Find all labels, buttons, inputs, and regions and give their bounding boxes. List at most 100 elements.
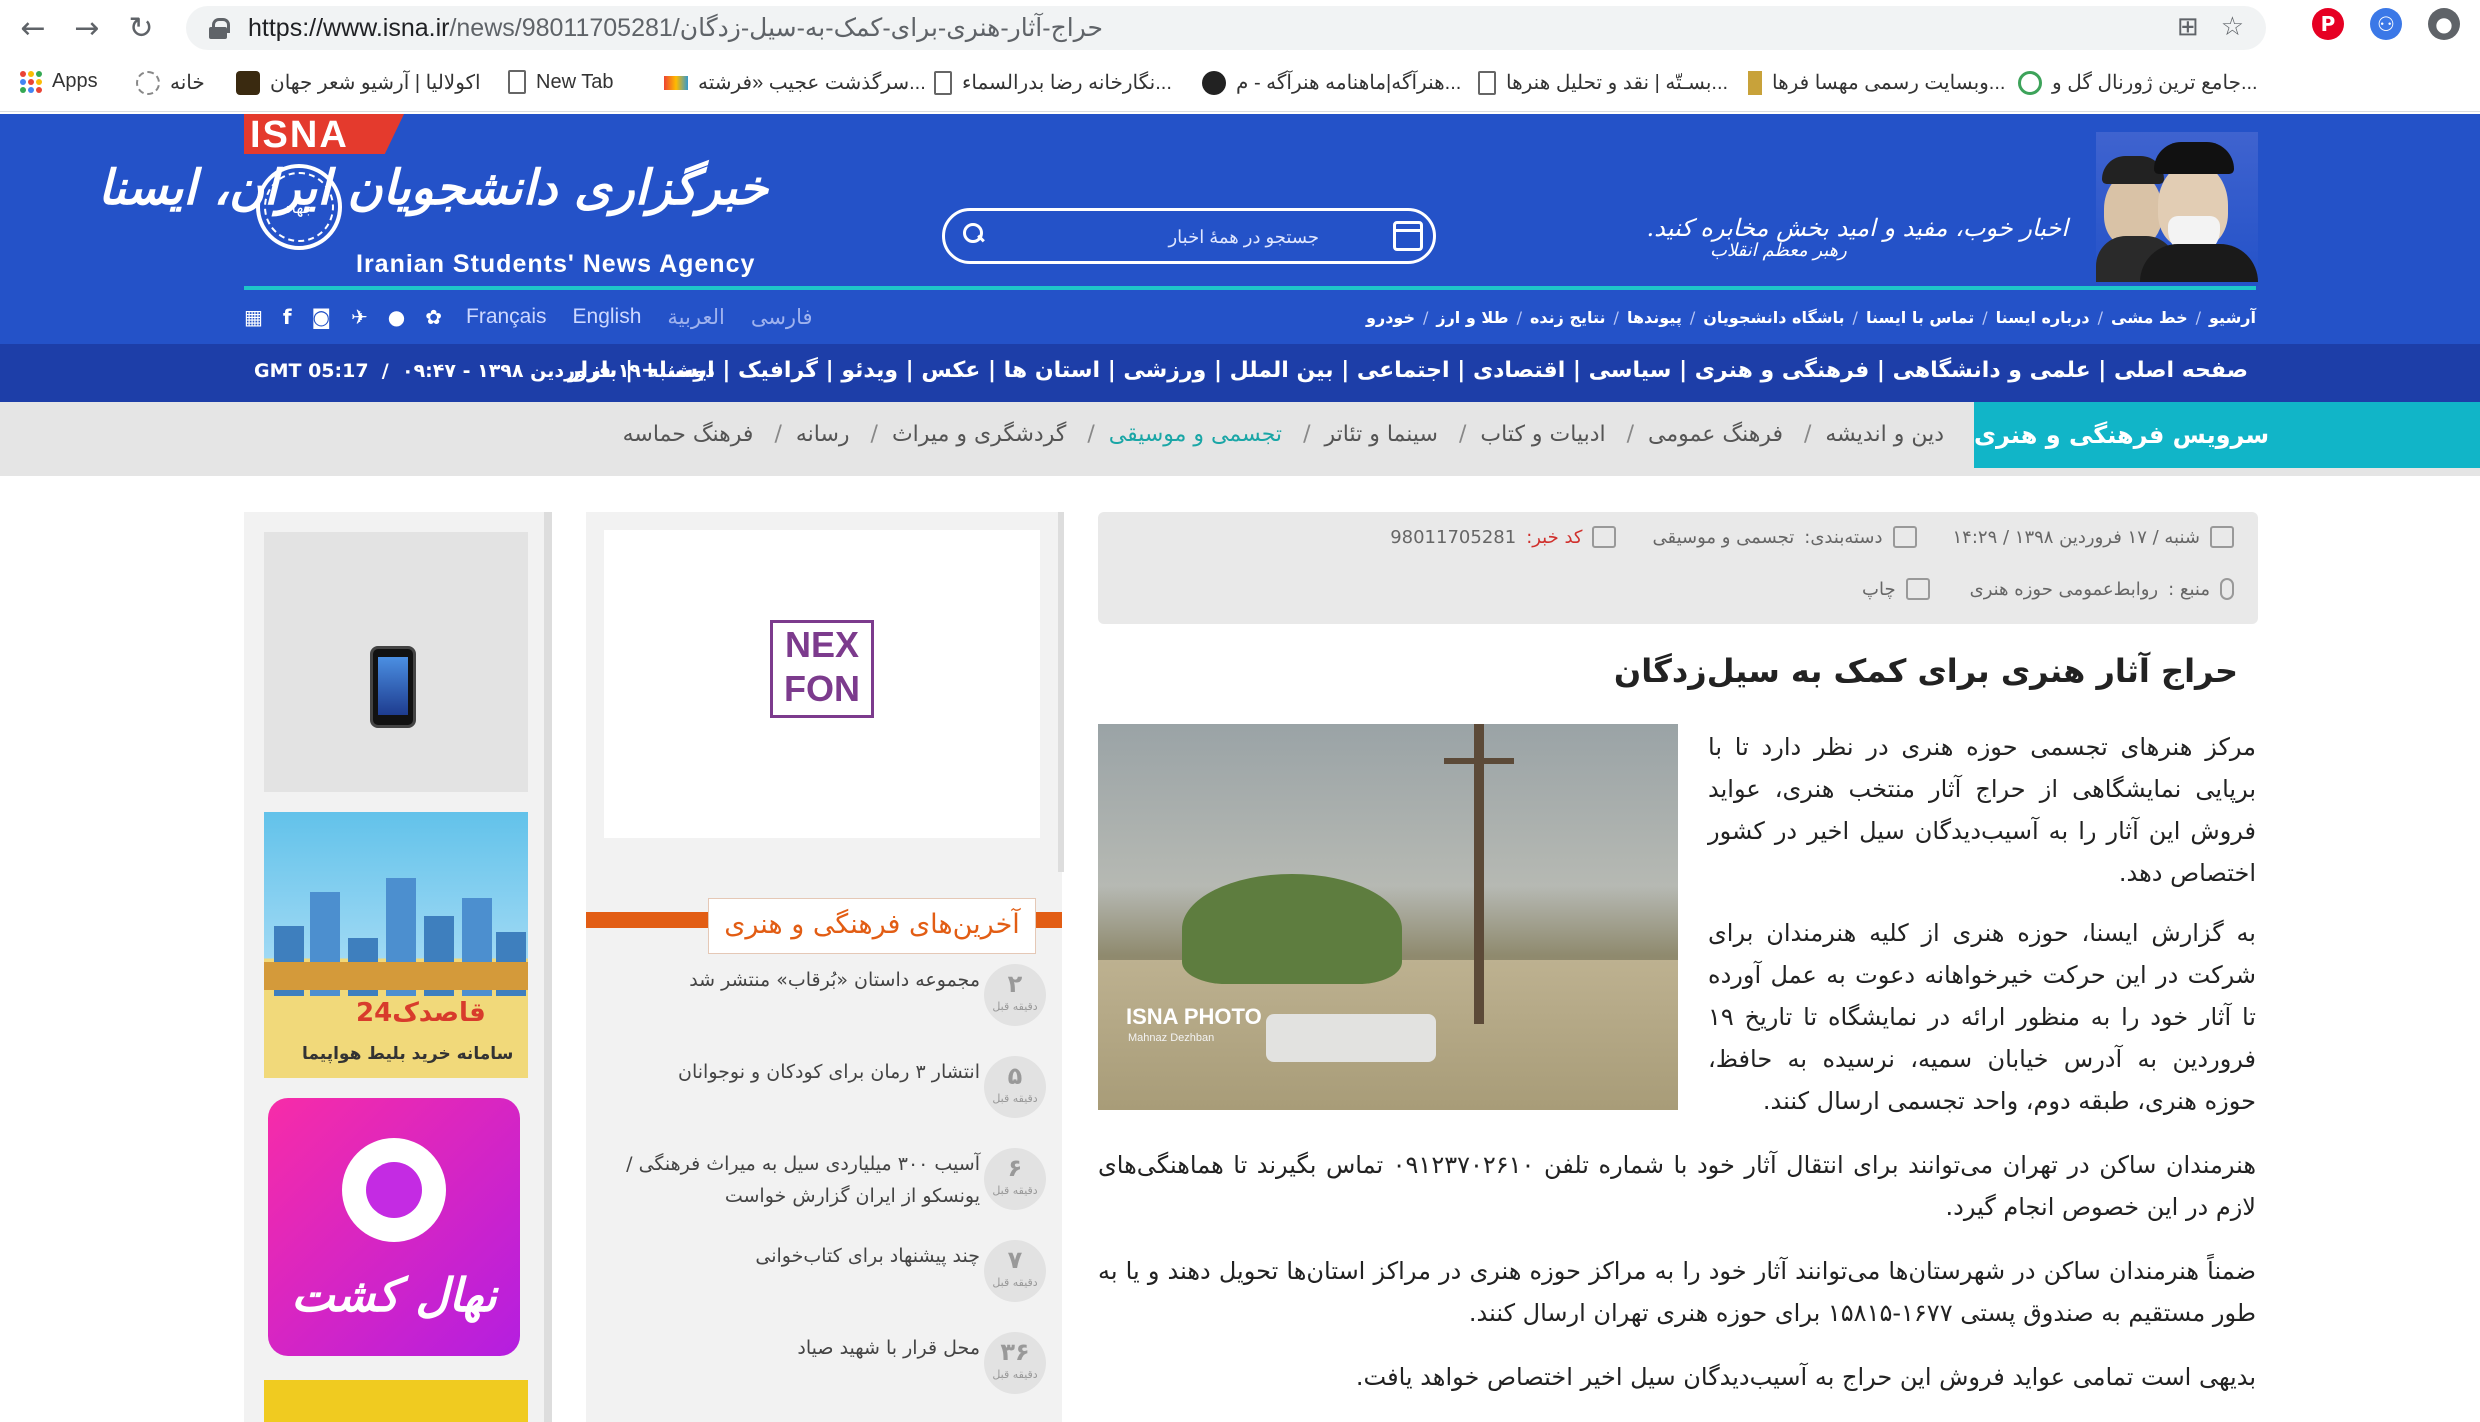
print-button[interactable]: چاپ <box>1862 579 1896 600</box>
address-bar[interactable]: https://www.isna.ir/news/98011705281/حرا… <box>186 6 2266 50</box>
service-title[interactable]: سرویس فرهنگی و هنری <box>1974 402 2480 468</box>
bookmark-star-icon[interactable]: ☆ <box>2221 12 2244 42</box>
gear-favicon-icon <box>136 70 160 95</box>
service-public-culture[interactable]: فرهنگ عمومی <box>1648 422 1783 447</box>
nav-provinces[interactable]: استان ها <box>1004 358 1100 383</box>
time-badge: ۶ دقیقه قبل <box>984 1148 1046 1210</box>
bookmark-honaragah[interactable]: هنرآگه|ماهنامه هنرآگه - م... <box>1202 70 1461 95</box>
bookmark-fereshteh[interactable]: سرگذشت عجیب «فرشته... <box>664 70 926 95</box>
service-media[interactable]: رسانه <box>796 422 850 447</box>
list-item[interactable]: ۷ دقیقه قبل چند پیشنهاد برای کتاب‌خوانی <box>600 1236 1046 1316</box>
toplink-links[interactable]: پیوندها <box>1627 308 1682 327</box>
toplink-auto[interactable]: خودرو <box>1366 308 1415 327</box>
latest-item-title[interactable]: مجموعه داستان «بُرقاب» منتشر شد <box>620 964 980 996</box>
nav-video[interactable]: ویدئو <box>841 358 898 383</box>
search-input[interactable] <box>1001 221 1319 253</box>
bookmark-label: هنرآگه|ماهنامه هنرآگه - م... <box>1236 72 1462 94</box>
ad-nahal-banner[interactable]: نهال کشت <box>268 1098 520 1356</box>
site-logo-en[interactable]: Iranian Students' News Agency <box>356 250 755 279</box>
article-category[interactable]: تجسمی و موسیقی <box>1652 527 1794 548</box>
forward-button[interactable]: → <box>66 7 108 49</box>
bookmark-ecolalia[interactable]: اکولالیا | آرشیو شعر جهان <box>236 70 481 95</box>
service-cinema[interactable]: سینما و تئاتر <box>1324 422 1437 447</box>
toplink-archive[interactable]: آرشیو <box>2209 308 2256 327</box>
site-favicon-icon <box>664 75 688 90</box>
reload-button[interactable]: ↻ <box>120 7 162 49</box>
service-tourism[interactable]: گردشگری و میراث <box>892 422 1066 447</box>
translate-icon[interactable]: ⊞ <box>2177 12 2199 42</box>
nav-culture[interactable]: فرهنگی و هنری <box>1695 358 1869 383</box>
nav-international[interactable]: بین الملل <box>1230 358 1334 383</box>
time-badge: ۷ دقیقه قبل <box>984 1240 1046 1302</box>
list-item[interactable]: ۵ دقیقه قبل انتشار ۳ رمان برای کودکان و ن… <box>600 1052 1046 1132</box>
latest-item-title[interactable]: انتشار ۳ رمان برای کودکان و نوجوانان <box>620 1056 980 1088</box>
nav-society[interactable]: اجتماعی <box>1357 358 1450 383</box>
instagram-icon[interactable]: ◙ <box>312 305 331 329</box>
search-icon[interactable] <box>963 223 985 245</box>
nav-economy[interactable]: اقتصادی <box>1473 358 1565 383</box>
toplink-live-results[interactable]: نتایج زنده <box>1530 308 1606 327</box>
facebook-icon[interactable]: f <box>283 305 292 329</box>
lock-icon <box>208 18 230 39</box>
latest-item-title[interactable]: محل قرار با شهید صیاد <box>620 1332 980 1364</box>
extension-icon[interactable]: ⚇ <box>2370 8 2402 40</box>
isna-tab-logo[interactable]: ISNA <box>244 114 404 154</box>
toplink-about[interactable]: درباره ایسنا <box>1996 308 2090 327</box>
badge-minutes: ۵ <box>1007 1062 1023 1090</box>
twitter-icon[interactable]: ✈ <box>351 305 368 329</box>
service-visual-music[interactable]: تجسمی و موسیقی <box>1109 422 1282 447</box>
article-paragraph-1: مرکز هنرهای تجسمی حوزه هنری در نظر دارد … <box>1708 733 2256 887</box>
lang-arabic[interactable]: العربية <box>667 305 724 330</box>
toplink-gold-currency[interactable]: طلا و ارز <box>1436 308 1508 327</box>
list-item[interactable]: ۳۶ دقیقه قبل محل قرار با شهید صیاد <box>600 1328 1046 1408</box>
nav-graphic[interactable]: گرافیک <box>738 358 818 383</box>
rss-icon[interactable]: ▦ <box>244 305 263 329</box>
service-epic-culture[interactable]: فرهنگ حماسه <box>623 422 754 447</box>
back-button[interactable]: ← <box>12 7 54 49</box>
lang-french[interactable]: Français <box>466 305 547 330</box>
nav-sports[interactable]: ورزشی <box>1123 358 1206 383</box>
site-logo-fa[interactable]: خبرگزاری دانشجویان ایران، ایسنا <box>98 160 768 216</box>
apple-icon[interactable]: ● <box>388 305 405 329</box>
ad-yellow-banner[interactable] <box>264 1380 528 1422</box>
bookmark-home[interactable]: خانه <box>136 70 205 95</box>
lang-english[interactable]: English <box>573 305 642 330</box>
profile-avatar-icon[interactable]: ● <box>2428 8 2460 40</box>
service-literature[interactable]: ادبیات و کتاب <box>1480 422 1605 447</box>
latest-item-title[interactable]: چند پیشنهاد برای کتاب‌خوانی <box>620 1240 980 1272</box>
article-photo[interactable]: ISNA PHOTO Mahnaz Dezhban <box>1098 724 1678 1110</box>
nav-home[interactable]: صفحه اصلی <box>2114 358 2248 383</box>
bookmark-new-tab[interactable]: New Tab <box>508 70 613 94</box>
site-favicon-icon <box>1748 70 1762 95</box>
bookmark-mahsa[interactable]: وبسایت رسمی مهسا فرها... <box>1748 70 2005 95</box>
ad-flight-banner[interactable]: قاصدک24 سامانه خرید بلیط هواپیما <box>264 812 528 1078</box>
print-icon[interactable] <box>1905 578 1930 600</box>
list-item[interactable]: ۲ دقیقه قبل مجموعه داستان «بُرقاب» منتشر … <box>600 960 1046 1040</box>
android-icon[interactable]: ✿ <box>425 305 442 329</box>
nav-photo[interactable]: عکس <box>921 358 980 383</box>
smartphone-image <box>370 646 416 728</box>
bookmark-badrossama[interactable]: نگارخانه رضا بدرالسماء... <box>934 70 1172 95</box>
search-box <box>942 208 1436 264</box>
toplink-contact[interactable]: تماس با ایسنا <box>1866 308 1974 327</box>
latest-item-title[interactable]: آسیب ۳۰۰ میلیاردی سیل به میراث فرهنگی /ی… <box>620 1148 980 1212</box>
bookmark-basteh[interactable]: بسـتّه | نقد و تحلیل هنرها... <box>1478 70 1728 95</box>
list-item[interactable]: ۶ دقیقه قبل آسیب ۳۰۰ میلیاردی سیل به میرا… <box>600 1144 1046 1224</box>
nexfon-logo: NEX FON <box>770 620 874 718</box>
toplink-students-club[interactable]: باشگاه دانشجویان <box>1703 308 1844 327</box>
url-text[interactable]: https://www.isna.ir/news/98011705281/حرا… <box>248 13 1103 43</box>
bookmark-apps[interactable]: Apps <box>20 70 98 93</box>
bookmark-label: سرگذشت عجیب «فرشته... <box>698 72 926 94</box>
nahal-brand: نهال کشت <box>291 1268 497 1322</box>
latest-title[interactable]: آخرین‌های فرهنگی و هنری <box>708 898 1036 954</box>
service-religion[interactable]: دین و اندیشه <box>1825 422 1944 447</box>
pinterest-icon[interactable]: P <box>2312 8 2344 40</box>
bookmark-journal[interactable]: جامع ترین ژورنال گل و... <box>2018 70 2258 95</box>
lang-farsi[interactable]: فارسی <box>751 305 813 330</box>
apps-grid-icon <box>20 70 42 93</box>
nav-politics[interactable]: سیاسی <box>1589 358 1672 383</box>
calendar-icon[interactable] <box>1393 221 1423 251</box>
toplink-policy[interactable]: خط مشی <box>2111 308 2188 327</box>
flight-caption: سامانه خرید بلیط هواپیما <box>302 1044 514 1064</box>
nav-science[interactable]: علمی و دانشگاهی <box>1893 358 2091 383</box>
